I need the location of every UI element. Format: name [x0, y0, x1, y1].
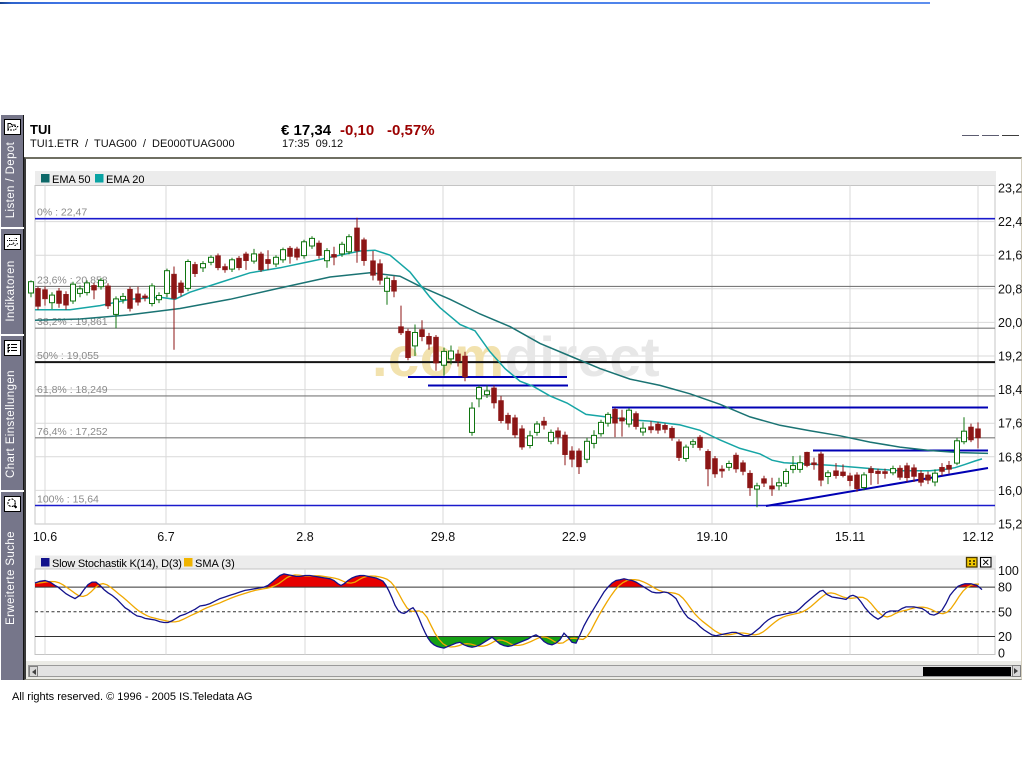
svg-text:16,8: 16,8 [998, 450, 1022, 464]
svg-text:12.12: 12.12 [962, 530, 993, 544]
svg-text:0: 0 [998, 647, 1005, 661]
svg-text:50: 50 [998, 605, 1012, 619]
svg-text:20,0: 20,0 [998, 316, 1022, 330]
svg-text:15,2: 15,2 [998, 518, 1022, 532]
svg-text:29.8: 29.8 [431, 530, 455, 544]
svg-text:76,4% : 17,252: 76,4% : 17,252 [37, 426, 108, 438]
svg-text:EMA 20: EMA 20 [106, 174, 145, 186]
svg-text:21,6: 21,6 [998, 249, 1022, 263]
svg-text:100: 100 [998, 564, 1019, 578]
svg-text:100% : 15,64: 100% : 15,64 [37, 494, 99, 506]
svg-text:22.9: 22.9 [562, 530, 586, 544]
svg-text:16,0: 16,0 [998, 484, 1022, 498]
svg-text:20: 20 [998, 630, 1012, 644]
svg-text:2.8: 2.8 [296, 530, 313, 544]
svg-text:23,2: 23,2 [998, 182, 1022, 196]
svg-text:61,8% : 18,249: 61,8% : 18,249 [37, 384, 108, 396]
svg-text:80: 80 [998, 581, 1012, 595]
svg-text:17,6: 17,6 [998, 417, 1022, 431]
svg-text:18,4: 18,4 [998, 383, 1022, 397]
svg-text:22,4: 22,4 [998, 215, 1022, 229]
svg-text:50% : 19,055: 50% : 19,055 [37, 350, 99, 362]
svg-text:20,8: 20,8 [998, 282, 1022, 296]
svg-text:0% : 22,47: 0% : 22,47 [37, 207, 87, 219]
svg-text:19,2: 19,2 [998, 350, 1022, 364]
svg-text:10.6: 10.6 [33, 530, 57, 544]
svg-text:15.11: 15.11 [835, 530, 865, 544]
svg-text:SMA (3): SMA (3) [195, 558, 235, 570]
svg-text:EMA 50: EMA 50 [52, 174, 91, 186]
svg-text:19.10: 19.10 [696, 530, 727, 544]
svg-text:6.7: 6.7 [157, 530, 174, 544]
svg-text:Slow Stochastik K(14), D(3): Slow Stochastik K(14), D(3) [52, 558, 182, 570]
